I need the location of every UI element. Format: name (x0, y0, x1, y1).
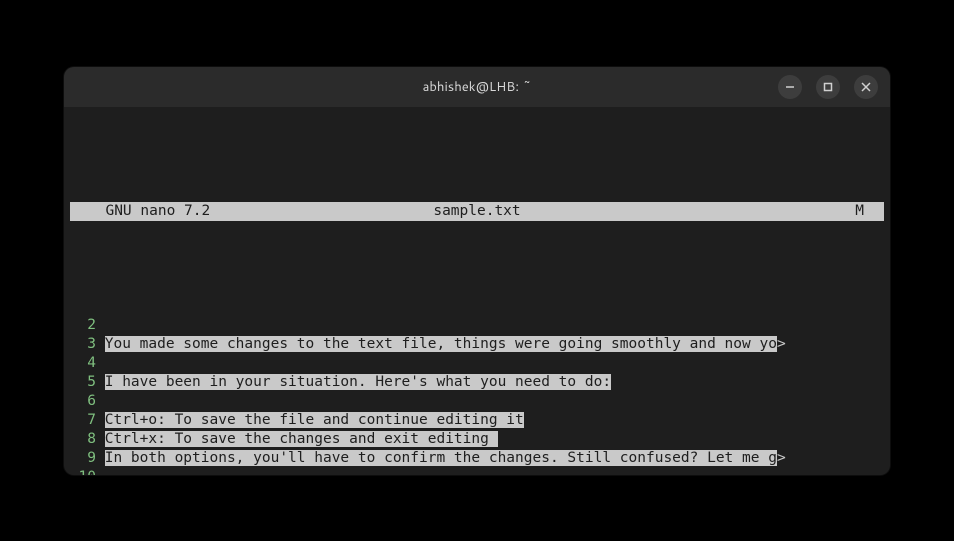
hamburger-icon (740, 75, 764, 99)
line-overflow-indicator: > (777, 450, 786, 466)
nano-modified-flag: M (855, 202, 884, 221)
editor-line[interactable]: Ctrl+o: To save the file and continue ed… (96, 411, 884, 430)
editor-line[interactable] (96, 354, 884, 373)
line-number: 4 (70, 354, 96, 373)
line-number: 9 (70, 449, 96, 468)
line-number: 2 (70, 316, 96, 335)
line-number: 8 (70, 430, 96, 449)
editor-line[interactable] (96, 392, 884, 411)
editor-line[interactable]: Ctrl+x: To save the changes and exit edi… (96, 430, 884, 449)
line-number: 10 (70, 468, 96, 475)
editor-line[interactable]: I have been in your situation. Here's wh… (96, 373, 884, 392)
titlebar: abhishek@LHB: ~ (64, 67, 890, 107)
line-number: 7 (70, 411, 96, 430)
minimize-icon (784, 81, 796, 93)
editor-line[interactable] (96, 316, 884, 335)
close-button[interactable] (854, 75, 878, 99)
selected-text: Ctrl+x: To save the changes and exit edi… (105, 431, 498, 447)
line-overflow-indicator: > (777, 336, 786, 352)
line-number: 5 (70, 373, 96, 392)
selected-text: In both options, you'll have to confirm … (105, 450, 777, 466)
selected-text: I have been in your situation. Here's wh… (105, 374, 611, 390)
editor-area[interactable]: You made some changes to the text file, … (96, 316, 884, 475)
line-number-gutter: 23456789101112131415 (70, 316, 96, 475)
nano-header: GNU nano 7.2 sample.txt M (70, 164, 884, 259)
maximize-icon (822, 81, 834, 93)
menu-button[interactable] (740, 75, 764, 99)
new-tab-button[interactable] (702, 75, 726, 99)
nano-app-label: GNU nano 7.2 (70, 202, 210, 221)
selected-text: You made some changes to the text file, … (105, 336, 777, 352)
titlebar-controls (702, 75, 890, 99)
editor-line[interactable]: In both options, you'll have to confirm … (96, 449, 884, 468)
editor-line[interactable]: You made some changes to the text file, … (96, 335, 884, 354)
terminal-body[interactable]: GNU nano 7.2 sample.txt M 23456789101112… (64, 107, 890, 475)
line-number: 3 (70, 335, 96, 354)
minimize-button[interactable] (778, 75, 802, 99)
plus-icon (702, 75, 726, 99)
terminal-window: abhishek@LHB: ~ GNU nano 7.2 sample.t (64, 67, 890, 475)
line-number: 6 (70, 392, 96, 411)
close-icon (860, 81, 872, 93)
editor-line[interactable] (96, 468, 884, 475)
selected-text: Ctrl+o: To save the file and continue ed… (105, 412, 524, 428)
maximize-button[interactable] (816, 75, 840, 99)
